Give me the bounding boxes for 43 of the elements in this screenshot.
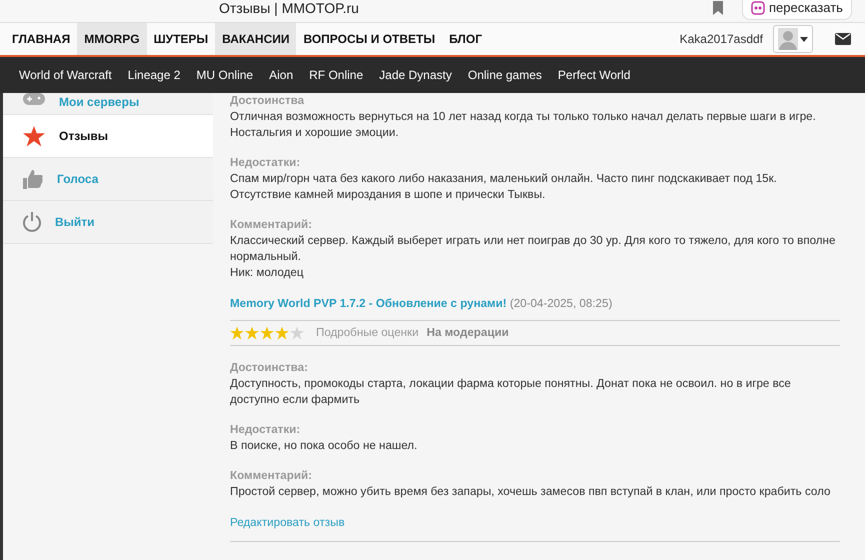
section-label: Комментарий: bbox=[230, 468, 313, 484]
review-text: Классический сервер. Каждый выберет играть или нет поиграв до 30 ур. Для кого то тяжело, для кого то вполне нормальный. bbox=[230, 233, 836, 265]
caret-icon bbox=[800, 36, 808, 42]
moderation-status: На модерации bbox=[426, 325, 509, 342]
game-link[interactable]: RF Online bbox=[309, 66, 364, 84]
retell-button[interactable]: пересказать bbox=[742, 0, 852, 20]
sidebar-item[interactable]: Отзывы bbox=[3, 115, 213, 158]
section-label: Комментарий: bbox=[230, 217, 313, 233]
thumbs-up-icon bbox=[23, 169, 43, 189]
gamepad-icon bbox=[23, 93, 45, 105]
game-link[interactable]: Aion bbox=[269, 66, 294, 84]
quote-icon bbox=[751, 0, 765, 14]
review-date: (20-04-2025, 08:25) bbox=[510, 297, 612, 310]
mail-icon[interactable] bbox=[835, 33, 851, 45]
review-text: Простой сервер, можно убить время без запары, хочешь замесов пвп вступай в клан, или просто крабить соло bbox=[230, 484, 832, 500]
nav-tab[interactable]: ГЛАВНАЯ bbox=[5, 23, 78, 55]
nav-tab[interactable]: БЛОГ bbox=[442, 23, 489, 55]
section-label: Недостатки: bbox=[230, 422, 302, 438]
review-text: Спам мир/горн чата без какого либо наказания, маленький онлайн. Часто пинг подскакивает под 15к. Отсутствие камней мироздания в шопе и прически Тыквы. bbox=[230, 171, 778, 203]
user-menu-button[interactable] bbox=[773, 25, 813, 53]
section-label: Недостатки: bbox=[230, 155, 302, 171]
avatar-icon bbox=[778, 28, 798, 50]
power-icon bbox=[23, 212, 41, 232]
review-text: Ник: молодец bbox=[230, 265, 304, 281]
game-link[interactable]: Lineage 2 bbox=[128, 66, 180, 84]
section-label: Достоинства: bbox=[230, 360, 309, 376]
bookmark-icon[interactable] bbox=[712, 1, 724, 15]
nav-tab[interactable]: ШУТЕРЫ bbox=[146, 23, 216, 55]
review-text: Доступность, промокоды старта, локации фарма которые понятны. Донат пока не освоил. но в игре все доступно если фармить bbox=[230, 376, 792, 408]
nav-tab[interactable]: ВАКАНСИИ bbox=[215, 23, 296, 55]
review-text: Отличная возможность вернуться на 10 лет назад когда ты только только начал делать первые шаги в игре. Ностальгия и хорошие эмоции. bbox=[230, 109, 817, 141]
section-label: Достоинства bbox=[230, 93, 306, 109]
window-title: Отзывы | MMOTOP.ru bbox=[219, 0, 359, 16]
game-link[interactable]: MU Online bbox=[196, 66, 254, 84]
username: Kaka2017asddf bbox=[680, 31, 763, 48]
review-text: В поиске, но пока особо не нашел. bbox=[230, 438, 418, 454]
game-link[interactable]: Jade Dynasty bbox=[379, 66, 452, 84]
nav-tab[interactable]: ВОПРОСЫ И ОТВЕТЫ bbox=[296, 23, 442, 55]
game-link[interactable]: Perfect World bbox=[558, 66, 630, 84]
game-link[interactable]: World of Warcraft bbox=[19, 66, 112, 84]
nav-tab[interactable]: MMORPG bbox=[77, 23, 147, 55]
game-link[interactable]: Online games bbox=[468, 66, 542, 84]
star-icon bbox=[23, 126, 45, 146]
